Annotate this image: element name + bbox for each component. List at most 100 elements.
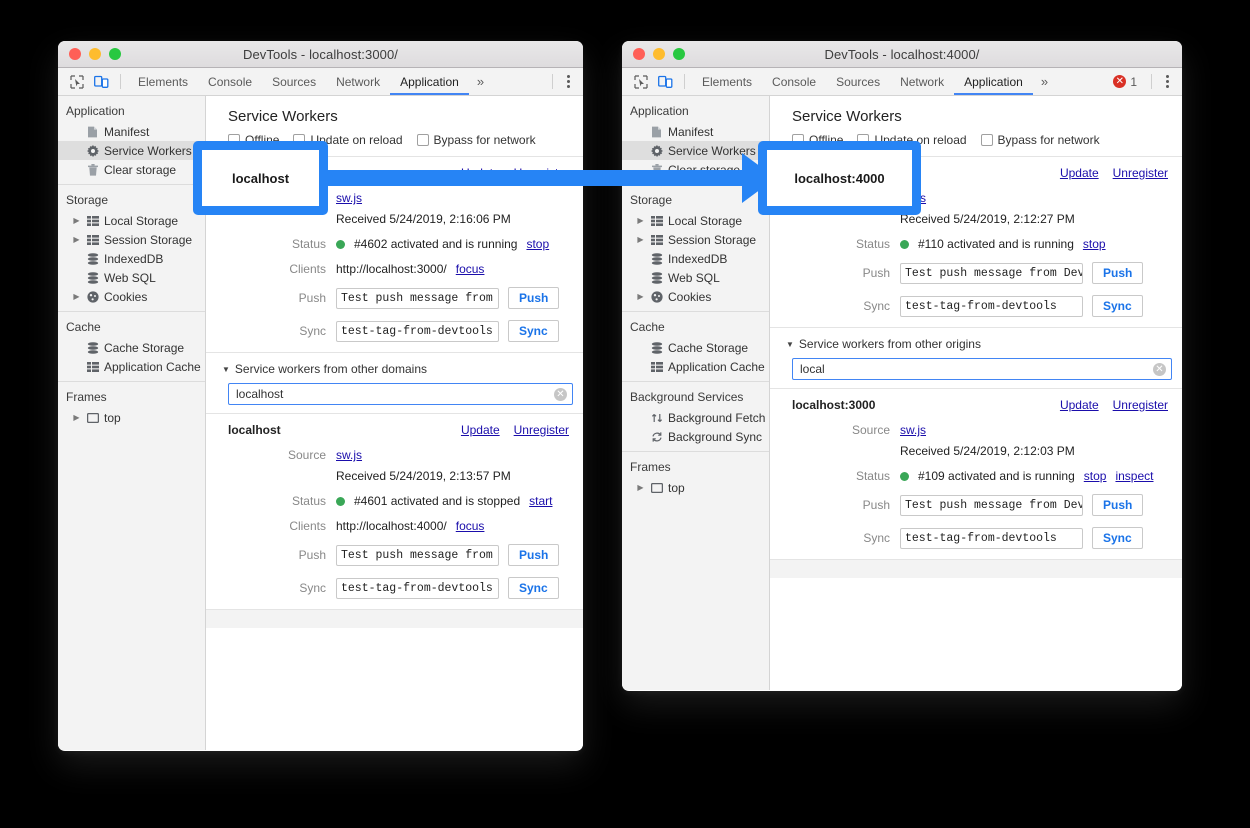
unregister-link[interactable]: Unregister <box>514 423 569 437</box>
other-domains-section-header[interactable]: ▼ Service workers from other domains <box>206 353 583 383</box>
push-input[interactable]: Test push message from De <box>336 288 499 309</box>
stop-link[interactable]: stop <box>1084 469 1107 483</box>
sidebar-item-cache-storage[interactable]: ▶ Cache Storage <box>622 338 769 357</box>
maximize-window-button[interactable] <box>673 48 685 60</box>
chevron-down-icon[interactable]: ▼ <box>222 365 230 374</box>
sidebar-item-cookies[interactable]: ▶ Cookies <box>58 287 205 306</box>
update-link[interactable]: Update <box>1060 166 1099 180</box>
push-button[interactable]: Push <box>1092 494 1143 516</box>
traffic-lights-left[interactable] <box>58 48 121 60</box>
disclosure-arrow[interactable]: ▶ <box>72 293 81 301</box>
title-bar-left[interactable]: DevTools - localhost:3000/ <box>58 41 583 68</box>
sidebar-item-session-storage[interactable]: ▶ Session Storage <box>58 230 205 249</box>
push-input[interactable]: Test push message from DevTo <box>900 263 1083 284</box>
source-link[interactable]: sw.js <box>900 423 926 437</box>
sidebar-item-background-sync[interactable]: ▶ Background Sync <box>622 427 769 446</box>
sync-input[interactable]: test-tag-from-devtools <box>900 528 1083 549</box>
more-tabs-icon[interactable]: » <box>1033 68 1056 95</box>
sidebar-item-application-cache[interactable]: ▶ Application Cache <box>58 357 205 376</box>
tab-sources[interactable]: Sources <box>826 68 890 95</box>
application-sidebar-left[interactable]: Application ▶ Manifest ▶ Service Work <box>58 96 206 750</box>
sidebar-item-top-frame[interactable]: ▶ top <box>622 478 769 497</box>
push-input[interactable]: Test push message from De <box>336 545 499 566</box>
sw-actions[interactable]: Update Unregister <box>461 423 569 437</box>
sidebar-item-background-fetch[interactable]: ▶ Background Fetch <box>622 408 769 427</box>
bypass-for-network-checkbox[interactable]: Bypass for network <box>417 133 536 147</box>
sw-actions[interactable]: Update Unregister <box>1060 166 1168 180</box>
push-button[interactable]: Push <box>508 287 559 309</box>
disclosure-arrow[interactable]: ▶ <box>72 217 81 225</box>
disclosure-arrow[interactable]: ▶ <box>636 484 645 492</box>
source-link[interactable]: sw.js <box>336 191 362 205</box>
sidebar-item-local-storage[interactable]: ▶ Local Storage <box>622 211 769 230</box>
sidebar-item-application-cache[interactable]: ▶ Application Cache <box>622 357 769 376</box>
sidebar-item-local-storage[interactable]: ▶ Local Storage <box>58 211 205 230</box>
disclosure-arrow[interactable]: ▶ <box>636 293 645 301</box>
tab-console[interactable]: Console <box>762 68 826 95</box>
tab-application[interactable]: Application <box>954 68 1033 95</box>
more-tabs-icon[interactable]: » <box>469 68 492 95</box>
domain-filter-input[interactable]: localhost ✕ <box>228 383 573 405</box>
checkbox-box[interactable] <box>981 134 993 146</box>
source-link[interactable]: sw.js <box>336 448 362 462</box>
other-origins-section-header[interactable]: ▼ Service workers from other origins <box>770 328 1182 358</box>
tab-application[interactable]: Application <box>390 68 469 95</box>
sidebar-item-web-sql[interactable]: ▶ Web SQL <box>58 268 205 287</box>
sync-button[interactable]: Sync <box>1092 295 1143 317</box>
other-domains-filter-wrap[interactable]: localhost ✕ <box>206 383 583 413</box>
sw-actions[interactable]: Update Unregister <box>1060 398 1168 412</box>
clear-input-icon[interactable]: ✕ <box>554 388 567 401</box>
tab-elements[interactable]: Elements <box>128 68 198 95</box>
device-toolbar-icon[interactable] <box>653 71 677 93</box>
sync-button[interactable]: Sync <box>508 577 559 599</box>
toolbar-right-right[interactable]: ✕ 1 <box>1113 74 1176 89</box>
sync-input[interactable]: test-tag-from-devtools <box>336 321 499 342</box>
minimize-window-button[interactable] <box>653 48 665 60</box>
sidebar-item-cookies[interactable]: ▶ Cookies <box>622 287 769 306</box>
minimize-window-button[interactable] <box>89 48 101 60</box>
sidebar-item-session-storage[interactable]: ▶ Session Storage <box>622 230 769 249</box>
unregister-link[interactable]: Unregister <box>1113 166 1168 180</box>
title-bar-right[interactable]: DevTools - localhost:4000/ <box>622 41 1182 68</box>
push-button[interactable]: Push <box>508 544 559 566</box>
checkbox-box[interactable] <box>417 134 429 146</box>
inspect-element-icon[interactable] <box>65 71 89 93</box>
kebab-menu-icon[interactable] <box>1158 75 1176 88</box>
sidebar-item-indexeddb[interactable]: ▶ IndexedDB <box>58 249 205 268</box>
sidebar-item-indexeddb[interactable]: ▶ IndexedDB <box>622 249 769 268</box>
disclosure-arrow[interactable]: ▶ <box>636 236 645 244</box>
stop-link[interactable]: stop <box>1083 237 1106 251</box>
sidebar-item-cache-storage[interactable]: ▶ Cache Storage <box>58 338 205 357</box>
sync-input[interactable]: test-tag-from-devtools <box>336 578 499 599</box>
sidebar-item-manifest[interactable]: ▶ Manifest <box>58 122 205 141</box>
origin-filter-input[interactable]: local ✕ <box>792 358 1172 380</box>
tab-console[interactable]: Console <box>198 68 262 95</box>
push-input[interactable]: Test push message from DevTo <box>900 495 1083 516</box>
maximize-window-button[interactable] <box>109 48 121 60</box>
focus-link[interactable]: focus <box>456 262 485 276</box>
other-origins-filter-wrap[interactable]: local ✕ <box>770 358 1182 388</box>
close-window-button[interactable] <box>633 48 645 60</box>
clear-input-icon[interactable]: ✕ <box>1153 363 1166 376</box>
toolbar-right-left[interactable] <box>546 74 577 89</box>
update-link[interactable]: Update <box>461 423 500 437</box>
disclosure-arrow[interactable]: ▶ <box>72 414 81 422</box>
inspect-element-icon[interactable] <box>629 71 653 93</box>
bypass-for-network-checkbox[interactable]: Bypass for network <box>981 133 1100 147</box>
devtools-window-right[interactable]: DevTools - localhost:4000/ Elements Cons… <box>622 41 1182 691</box>
panel-tabs-left[interactable]: Elements Console Sources Network Applica… <box>128 68 492 95</box>
tab-network[interactable]: Network <box>326 68 390 95</box>
inspect-link[interactable]: inspect <box>1115 469 1153 483</box>
sidebar-item-top-frame[interactable]: ▶ top <box>58 408 205 427</box>
start-link[interactable]: start <box>529 494 552 508</box>
update-link[interactable]: Update <box>1060 398 1099 412</box>
push-button[interactable]: Push <box>1092 262 1143 284</box>
sidebar-item-web-sql[interactable]: ▶ Web SQL <box>622 268 769 287</box>
chevron-down-icon[interactable]: ▼ <box>786 340 794 349</box>
panel-tabs-right[interactable]: Elements Console Sources Network Applica… <box>692 68 1056 95</box>
devtools-toolbar-right[interactable]: Elements Console Sources Network Applica… <box>622 68 1182 96</box>
disclosure-arrow[interactable]: ▶ <box>636 217 645 225</box>
sync-button[interactable]: Sync <box>1092 527 1143 549</box>
tab-network[interactable]: Network <box>890 68 954 95</box>
stop-link[interactable]: stop <box>526 237 549 251</box>
